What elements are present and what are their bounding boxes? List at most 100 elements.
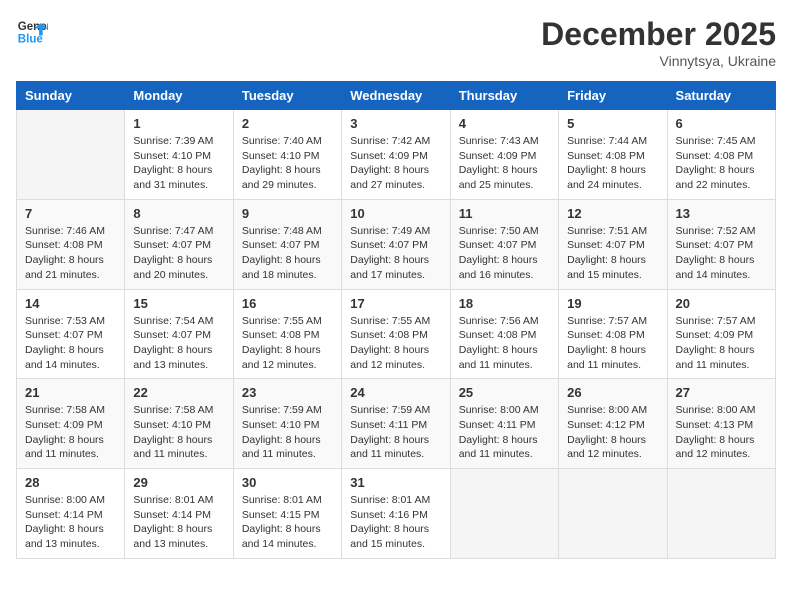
day-info: Sunrise: 8:00 AMSunset: 4:11 PMDaylight:… xyxy=(459,403,550,462)
calendar-cell: 24Sunrise: 7:59 AMSunset: 4:11 PMDayligh… xyxy=(342,379,450,469)
week-row-4: 21 Sunrise: 7:58 AMSunset: 4:09 PMDayligh… xyxy=(17,379,776,469)
calendar-cell: 4 Sunrise: 7:43 AMSunset: 4:09 PMDaylight… xyxy=(450,110,558,200)
day-info: Sunrise: 7:46 AMSunset: 4:08 PMDaylight:… xyxy=(25,224,116,283)
day-number: 17 xyxy=(350,296,441,311)
calendar-cell: 27Sunrise: 8:00 AMSunset: 4:13 PMDayligh… xyxy=(667,379,775,469)
day-number: 15 xyxy=(133,296,224,311)
day-info: Sunrise: 7:47 AMSunset: 4:07 PMDaylight:… xyxy=(133,224,224,283)
day-info: Sunrise: 7:45 AMSunset: 4:08 PMDaylight:… xyxy=(676,134,767,193)
day-info: Sunrise: 7:57 AMSunset: 4:09 PMDaylight:… xyxy=(676,314,767,373)
day-info: Sunrise: 8:01 AMSunset: 4:15 PMDaylight:… xyxy=(242,493,333,552)
calendar-cell: 20 Sunrise: 7:57 AMSunset: 4:09 PMDayligh… xyxy=(667,289,775,379)
day-number: 22 xyxy=(133,385,224,400)
day-info: Sunrise: 8:00 AMSunset: 4:13 PMDaylight:… xyxy=(676,403,767,462)
day-info: Sunrise: 7:42 AMSunset: 4:09 PMDaylight:… xyxy=(350,134,441,193)
day-info: Sunrise: 8:00 AMSunset: 4:14 PMDaylight:… xyxy=(25,493,116,552)
day-info: Sunrise: 8:01 AMSunset: 4:16 PMDaylight:… xyxy=(350,493,441,552)
day-number: 21 xyxy=(25,385,116,400)
day-number: 6 xyxy=(676,116,767,131)
weekday-header-saturday: Saturday xyxy=(667,82,775,110)
calendar-cell: 14Sunrise: 7:53 AMSunset: 4:07 PMDayligh… xyxy=(17,289,125,379)
calendar-cell: 25 Sunrise: 8:00 AMSunset: 4:11 PMDayligh… xyxy=(450,379,558,469)
calendar-cell xyxy=(450,469,558,559)
day-info: Sunrise: 7:39 AMSunset: 4:10 PMDaylight:… xyxy=(133,134,224,193)
day-number: 10 xyxy=(350,206,441,221)
day-info: Sunrise: 7:48 AMSunset: 4:07 PMDaylight:… xyxy=(242,224,333,283)
day-number: 3 xyxy=(350,116,441,131)
day-info: Sunrise: 7:51 AMSunset: 4:07 PMDaylight:… xyxy=(567,224,658,283)
day-number: 24 xyxy=(350,385,441,400)
day-number: 16 xyxy=(242,296,333,311)
calendar-table: SundayMondayTuesdayWednesdayThursdayFrid… xyxy=(16,81,776,559)
page-header: General Blue December 2025 Vinnytsya, Uk… xyxy=(16,16,776,69)
calendar-cell: 28 Sunrise: 8:00 AMSunset: 4:14 PMDayligh… xyxy=(17,469,125,559)
day-info: Sunrise: 7:58 AMSunset: 4:10 PMDaylight:… xyxy=(133,403,224,462)
day-number: 4 xyxy=(459,116,550,131)
location-subtitle: Vinnytsya, Ukraine xyxy=(541,53,776,69)
calendar-cell: 23Sunrise: 7:59 AMSunset: 4:10 PMDayligh… xyxy=(233,379,341,469)
logo: General Blue xyxy=(16,16,48,48)
calendar-cell: 29Sunrise: 8:01 AMSunset: 4:14 PMDayligh… xyxy=(125,469,233,559)
day-number: 9 xyxy=(242,206,333,221)
calendar-cell: 2 Sunrise: 7:40 AMSunset: 4:10 PMDaylight… xyxy=(233,110,341,200)
day-info: Sunrise: 7:54 AMSunset: 4:07 PMDaylight:… xyxy=(133,314,224,373)
week-row-5: 28 Sunrise: 8:00 AMSunset: 4:14 PMDayligh… xyxy=(17,469,776,559)
day-info: Sunrise: 7:49 AMSunset: 4:07 PMDaylight:… xyxy=(350,224,441,283)
day-number: 12 xyxy=(567,206,658,221)
day-info: Sunrise: 7:59 AMSunset: 4:10 PMDaylight:… xyxy=(242,403,333,462)
weekday-header-row: SundayMondayTuesdayWednesdayThursdayFrid… xyxy=(17,82,776,110)
calendar-cell: 10 Sunrise: 7:49 AMSunset: 4:07 PMDayligh… xyxy=(342,199,450,289)
day-number: 18 xyxy=(459,296,550,311)
day-number: 7 xyxy=(25,206,116,221)
day-number: 1 xyxy=(133,116,224,131)
day-info: Sunrise: 7:43 AMSunset: 4:09 PMDaylight:… xyxy=(459,134,550,193)
day-number: 25 xyxy=(459,385,550,400)
day-info: Sunrise: 7:58 AMSunset: 4:09 PMDaylight:… xyxy=(25,403,116,462)
day-info: Sunrise: 7:44 AMSunset: 4:08 PMDaylight:… xyxy=(567,134,658,193)
day-number: 11 xyxy=(459,206,550,221)
day-number: 5 xyxy=(567,116,658,131)
calendar-cell: 31Sunrise: 8:01 AMSunset: 4:16 PMDayligh… xyxy=(342,469,450,559)
calendar-cell: 19Sunrise: 7:57 AMSunset: 4:08 PMDayligh… xyxy=(559,289,667,379)
calendar-cell: 16 Sunrise: 7:55 AMSunset: 4:08 PMDayligh… xyxy=(233,289,341,379)
day-info: Sunrise: 7:40 AMSunset: 4:10 PMDaylight:… xyxy=(242,134,333,193)
calendar-cell: 13 Sunrise: 7:52 AMSunset: 4:07 PMDayligh… xyxy=(667,199,775,289)
day-info: Sunrise: 7:55 AMSunset: 4:08 PMDaylight:… xyxy=(350,314,441,373)
calendar-cell: 1 Sunrise: 7:39 AMSunset: 4:10 PMDaylight… xyxy=(125,110,233,200)
day-info: Sunrise: 7:52 AMSunset: 4:07 PMDaylight:… xyxy=(676,224,767,283)
day-info: Sunrise: 8:00 AMSunset: 4:12 PMDaylight:… xyxy=(567,403,658,462)
calendar-cell: 21 Sunrise: 7:58 AMSunset: 4:09 PMDayligh… xyxy=(17,379,125,469)
calendar-cell: 8 Sunrise: 7:47 AMSunset: 4:07 PMDaylight… xyxy=(125,199,233,289)
weekday-header-tuesday: Tuesday xyxy=(233,82,341,110)
week-row-2: 7 Sunrise: 7:46 AMSunset: 4:08 PMDaylight… xyxy=(17,199,776,289)
calendar-cell xyxy=(667,469,775,559)
week-row-3: 14Sunrise: 7:53 AMSunset: 4:07 PMDayligh… xyxy=(17,289,776,379)
weekday-header-monday: Monday xyxy=(125,82,233,110)
day-number: 13 xyxy=(676,206,767,221)
day-info: Sunrise: 7:53 AMSunset: 4:07 PMDaylight:… xyxy=(25,314,116,373)
calendar-cell: 9 Sunrise: 7:48 AMSunset: 4:07 PMDaylight… xyxy=(233,199,341,289)
calendar-cell: 22 Sunrise: 7:58 AMSunset: 4:10 PMDayligh… xyxy=(125,379,233,469)
day-info: Sunrise: 7:57 AMSunset: 4:08 PMDaylight:… xyxy=(567,314,658,373)
day-number: 30 xyxy=(242,475,333,490)
calendar-cell: 15 Sunrise: 7:54 AMSunset: 4:07 PMDayligh… xyxy=(125,289,233,379)
day-number: 28 xyxy=(25,475,116,490)
calendar-cell: 11 Sunrise: 7:50 AMSunset: 4:07 PMDayligh… xyxy=(450,199,558,289)
calendar-cell: 7 Sunrise: 7:46 AMSunset: 4:08 PMDaylight… xyxy=(17,199,125,289)
calendar-cell: 12 Sunrise: 7:51 AMSunset: 4:07 PMDayligh… xyxy=(559,199,667,289)
day-number: 2 xyxy=(242,116,333,131)
calendar-cell: 3 Sunrise: 7:42 AMSunset: 4:09 PMDaylight… xyxy=(342,110,450,200)
calendar-cell xyxy=(17,110,125,200)
day-number: 8 xyxy=(133,206,224,221)
month-year-title: December 2025 xyxy=(541,16,776,53)
title-section: December 2025 Vinnytsya, Ukraine xyxy=(541,16,776,69)
day-number: 20 xyxy=(676,296,767,311)
day-info: Sunrise: 7:50 AMSunset: 4:07 PMDaylight:… xyxy=(459,224,550,283)
day-info: Sunrise: 7:55 AMSunset: 4:08 PMDaylight:… xyxy=(242,314,333,373)
calendar-cell xyxy=(559,469,667,559)
weekday-header-friday: Friday xyxy=(559,82,667,110)
day-info: Sunrise: 7:56 AMSunset: 4:08 PMDaylight:… xyxy=(459,314,550,373)
day-info: Sunrise: 8:01 AMSunset: 4:14 PMDaylight:… xyxy=(133,493,224,552)
weekday-header-wednesday: Wednesday xyxy=(342,82,450,110)
calendar-cell: 5 Sunrise: 7:44 AMSunset: 4:08 PMDaylight… xyxy=(559,110,667,200)
